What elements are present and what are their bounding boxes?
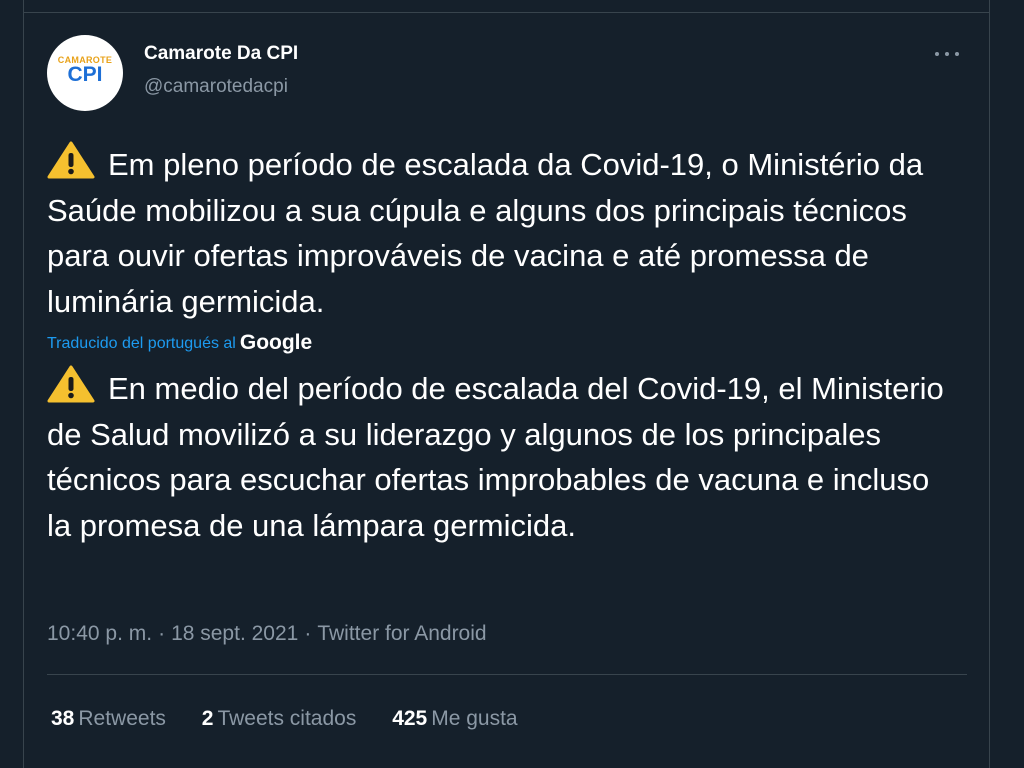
tweet-date[interactable]: 18 sept. 2021 — [171, 622, 298, 645]
likes-stat[interactable]: 425 Me gusta — [392, 707, 517, 731]
quote-tweets-count: 2 — [201, 707, 214, 730]
meta-separator: · — [158, 622, 166, 645]
google-logo: Google — [239, 331, 313, 354]
stats-divider — [47, 674, 967, 675]
warning-icon — [47, 365, 95, 403]
more-options-icon[interactable] — [927, 39, 971, 69]
tweet-stats: 38 Retweets 2 Tweets citados 425 Me gusta — [51, 707, 548, 731]
author-handle[interactable]: @camarotedacpi — [144, 76, 288, 98]
tweet-metadata: 10:40 p. m. · 18 sept. 2021 · Twitter for An… — [47, 622, 487, 646]
column-border-right — [989, 0, 990, 768]
avatar[interactable]: CAMAROTE CPI — [47, 35, 123, 111]
tweet-translated-text: En medio del período de escalada del Cov… — [47, 371, 944, 543]
tweet-original-text-block: Em pleno período de escalada da Covid-19… — [47, 141, 952, 324]
author-display-name[interactable]: Camarote Da CPI — [144, 43, 298, 65]
likes-count: 425 — [392, 707, 428, 730]
translation-attribution: Traducido del portugués al Google — [47, 331, 312, 355]
likes-label: Me gusta — [431, 707, 518, 730]
quote-tweets-stat[interactable]: 2 Tweets citados — [202, 707, 357, 731]
tweet-time[interactable]: 10:40 p. m. — [47, 622, 152, 645]
translated-by-link[interactable]: Traducido del portugués al — [47, 335, 236, 352]
retweets-count: 38 — [51, 707, 75, 730]
tweet-source[interactable]: Twitter for Android — [317, 622, 486, 645]
page: CAMAROTE CPI Camarote Da CPI @camaroteda… — [0, 0, 1024, 768]
retweets-stat[interactable]: 38 Retweets — [51, 707, 166, 731]
meta-separator: · — [304, 622, 312, 645]
tweet: CAMAROTE CPI Camarote Da CPI @camaroteda… — [24, 13, 989, 768]
warning-icon — [47, 141, 95, 179]
tweet-translated-text-block: En medio del período de escalada del Cov… — [47, 365, 952, 548]
quote-tweets-label: Tweets citados — [217, 707, 357, 730]
tweet-original-text: Em pleno período de escalada da Covid-19… — [47, 147, 924, 319]
avatar-logo-bottom-text: CPI — [67, 63, 103, 86]
retweets-label: Retweets — [78, 707, 166, 730]
